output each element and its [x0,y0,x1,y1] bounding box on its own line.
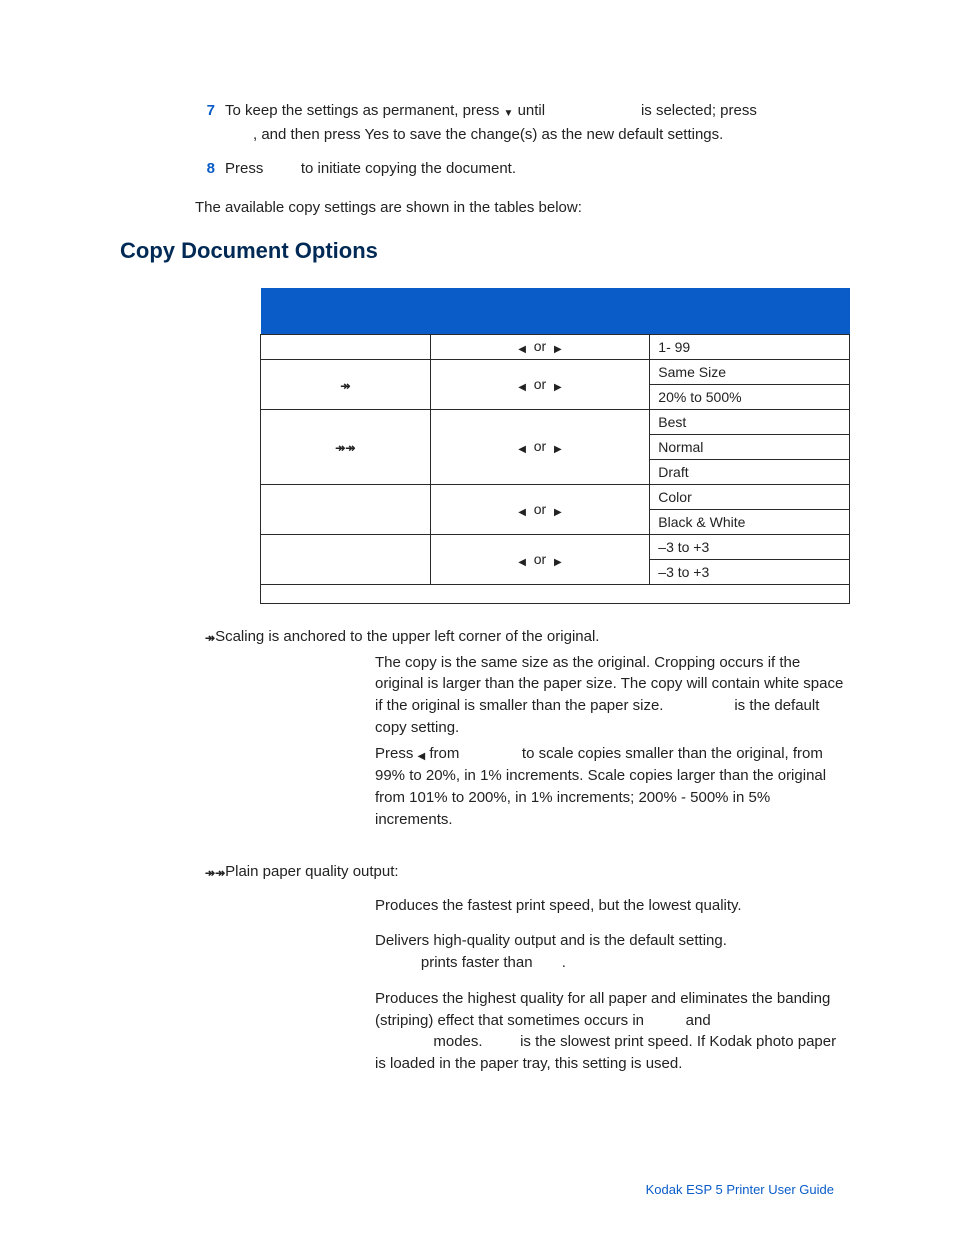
steps-list: 7 To keep the settings as permanent, pre… [195,100,844,181]
step-7: 7 To keep the settings as permanent, pre… [195,100,844,146]
def-normal: Delivers high-quality output and is the … [375,930,844,974]
option-cell [261,359,431,409]
table-row: or 1- 99 [261,334,850,359]
table-row: or Same Size [261,359,850,384]
right-arrow-icon [554,339,562,355]
step8-post: to initiate copying the document. [301,160,516,177]
q-best1: Produces the highest quality for all pap… [375,990,830,1029]
step7-text-post1: is selected; press [641,102,757,119]
step7-text-pre: To keep the settings as permanent, press [225,102,504,119]
option-cell [261,409,431,484]
right-arrow-icon [554,377,562,393]
q-best3: modes. [429,1033,487,1050]
value-cell: Color [650,484,850,509]
right-arrow-icon [554,552,562,568]
def-best: Produces the highest quality for all pap… [375,988,844,1075]
section-heading: Copy Document Options [120,238,844,264]
value-cell: Normal [650,434,850,459]
q-norm-blank [375,954,417,971]
value-cell: –3 to +3 [650,559,850,584]
def-scale: Press from to scale copies smaller than … [375,743,844,831]
or-text: or [534,551,546,567]
value-cell: 20% to 500% [650,384,850,409]
step7-blank [549,102,637,119]
left-arrow-icon [518,502,526,518]
step-number: 7 [195,100,215,123]
table-row: or Best [261,409,850,434]
left-arrow-icon [518,377,526,393]
step7-text-mid: until [518,102,550,119]
q-norm2: prints faster than [417,954,537,971]
step-8: 8 Press to initiate copying the document… [195,158,844,181]
table-row [261,584,850,603]
asterisk-icon [335,439,345,455]
asterisk-icon [205,629,215,646]
value-cell: –3 to +3 [650,534,850,559]
value-cell: 1- 99 [650,334,850,359]
q-best-blank2 [375,1033,429,1050]
def-scale-pre: Press [375,745,418,762]
asterisk-icon [340,377,350,393]
nav-cell: or [430,534,650,584]
step8-blank [268,160,297,177]
table-row: or Color [261,484,850,509]
value-cell: Draft [650,459,850,484]
value-cell: Black & White [650,509,850,534]
or-text: or [534,501,546,517]
asterisk-icon [205,864,215,881]
or-text: or [534,438,546,454]
q-norm3: . [562,954,566,971]
nav-cell: or [430,484,650,534]
left-arrow-icon [518,552,526,568]
step7-line2: , and then press Yes to save the change(… [253,124,723,147]
nav-cell: or [430,334,650,359]
option-cell [261,534,431,584]
option-cell [261,484,431,534]
right-arrow-icon [554,439,562,455]
header-cell [650,288,850,335]
step8-pre: Press [225,160,268,177]
step-number: 8 [195,158,215,181]
header-cell [261,288,431,335]
asterisk-icon [345,439,355,455]
def-same-blank [668,697,731,714]
quality-defs: Produces the fastest print speed, but th… [375,895,844,1075]
q-best-blank1 [648,1012,681,1029]
q-best-blank3 [487,1033,516,1050]
spacer-cell [261,584,850,603]
or-text: or [534,376,546,392]
document-page: 7 To keep the settings as permanent, pre… [0,0,954,1235]
nav-cell: or [430,359,650,409]
left-arrow-icon [518,339,526,355]
def-draft: Produces the fastest print speed, but th… [375,895,844,917]
def-scale-mid: from [425,745,463,762]
options-table: or 1- 99 or Same Size 20% to 500% [260,288,850,604]
nav-cell: or [430,409,650,484]
or-text: or [534,338,546,354]
q-norm-blank2 [537,954,562,971]
table-header-row [261,288,850,335]
def-same-size: The copy is the same size as the origina… [375,652,844,739]
value-cell: Best [650,409,850,434]
header-cell [430,288,650,335]
down-arrow-icon [504,101,514,124]
table-row: or –3 to +3 [261,534,850,559]
definitions-block: The copy is the same size as the origina… [375,652,844,831]
value-cell: Same Size [650,359,850,384]
step-body: To keep the settings as permanent, press… [225,100,844,146]
def-scale-blank [464,745,518,762]
quality-intro-text: Plain paper quality output: [225,863,398,880]
right-arrow-icon [554,502,562,518]
available-text: The available copy settings are shown in… [195,199,844,216]
footnote-1: Scaling is anchored to the upper left co… [205,628,844,646]
option-cell [261,334,431,359]
footer-text: Kodak ESP 5 Printer User Guide [646,1182,834,1197]
step-body: Press to initiate copying the document. [225,158,844,181]
quality-intro: Plain paper quality output: [205,863,844,881]
q-norm1: Delivers high-quality output and is the … [375,932,727,949]
q-best2: and [682,1012,711,1029]
left-arrow-icon [518,439,526,455]
fn1-text: Scaling is anchored to the upper left co… [215,628,599,645]
asterisk-icon [215,864,225,881]
